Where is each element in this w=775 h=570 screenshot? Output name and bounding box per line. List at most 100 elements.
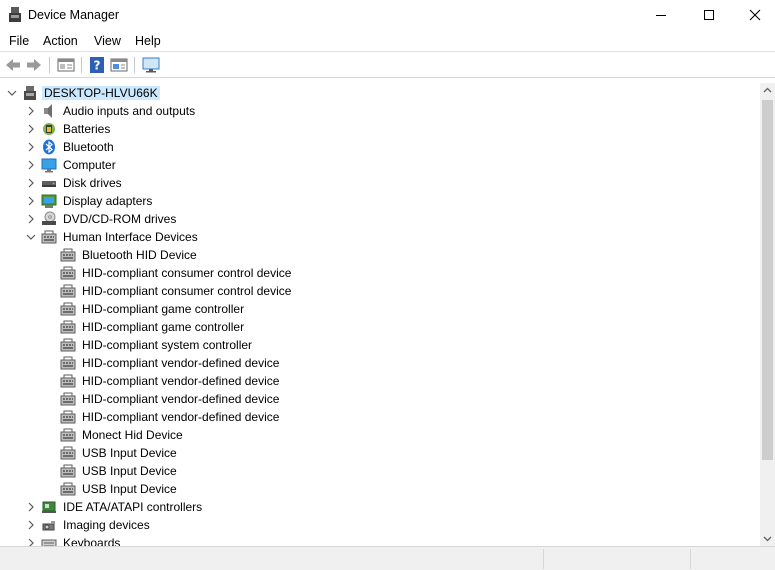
device-manager-icon [9, 7, 21, 22]
hid-device-icon [60, 248, 76, 262]
close-button[interactable] [732, 0, 775, 30]
hid-device-icon [60, 356, 76, 370]
device-row[interactable]: Monect Hid Device [0, 426, 760, 444]
minimize-button[interactable] [638, 0, 684, 30]
device-row[interactable]: HID-compliant game controller [0, 318, 760, 336]
maximize-icon [704, 10, 714, 20]
device-label: HID-compliant vendor-defined device [82, 410, 280, 424]
category-row[interactable]: Imaging devices [0, 516, 760, 534]
hid-device-icon [60, 392, 76, 406]
close-icon [749, 9, 761, 21]
chevron-right-icon[interactable] [26, 124, 36, 134]
category-label: Keyboards [63, 536, 121, 546]
category-label: Computer [63, 158, 116, 172]
device-row[interactable]: HID-compliant vendor-defined device [0, 372, 760, 390]
device-row[interactable]: HID-compliant vendor-defined device [0, 354, 760, 372]
device-row[interactable]: USB Input Device [0, 462, 760, 480]
show-hide-icon[interactable] [109, 56, 129, 74]
category-label: Audio inputs and outputs [63, 104, 196, 118]
device-row[interactable]: USB Input Device [0, 444, 760, 462]
menu-view[interactable]: View [94, 34, 121, 48]
hid-device-icon [60, 266, 76, 280]
device-row[interactable]: HID-compliant system controller [0, 336, 760, 354]
category-row[interactable]: Disk drives [0, 174, 760, 192]
chevron-down-icon[interactable] [26, 232, 36, 242]
scroll-thumb[interactable] [762, 100, 773, 460]
device-label: USB Input Device [82, 446, 177, 460]
category-row[interactable]: Audio inputs and outputs [0, 102, 760, 120]
scroll-up-button[interactable] [760, 83, 775, 98]
desktop-computer-icon [24, 86, 36, 100]
chevron-right-icon[interactable] [26, 196, 36, 206]
chevron-right-icon[interactable] [26, 106, 36, 116]
device-label: USB Input Device [82, 464, 177, 478]
computer-icon [41, 158, 57, 173]
scroll-down-button[interactable] [760, 531, 775, 546]
category-label: Display adapters [63, 194, 153, 208]
monitor-icon[interactable] [141, 56, 161, 74]
toolbar-separator [49, 57, 50, 73]
category-row[interactable]: Batteries [0, 120, 760, 138]
status-pane [690, 549, 691, 569]
hid-device-icon [60, 410, 76, 424]
device-row[interactable]: USB Input Device [0, 480, 760, 498]
hid-icon [41, 230, 57, 244]
chevron-down-icon[interactable] [7, 88, 17, 98]
maximize-button[interactable] [686, 0, 732, 30]
hid-device-icon [60, 320, 76, 334]
device-label: HID-compliant consumer control device [82, 284, 292, 298]
category-row[interactable]: IDE ATA/ATAPI controllers [0, 498, 760, 516]
device-row[interactable]: HID-compliant vendor-defined device [0, 408, 760, 426]
device-label: HID-compliant game controller [82, 320, 245, 334]
hid-device-icon [60, 374, 76, 388]
category-label: DVD/CD-ROM drives [63, 212, 177, 226]
tree-root[interactable]: DESKTOP-HLVU66K [0, 84, 760, 102]
device-row[interactable]: HID-compliant consumer control device [0, 264, 760, 282]
category-label: Bluetooth [63, 140, 114, 154]
device-label: Monect Hid Device [82, 428, 183, 442]
forward-icon[interactable] [24, 56, 44, 74]
category-label: Disk drives [63, 176, 122, 190]
menu-bar: File Action View Help [0, 30, 775, 52]
disk-drive-icon [42, 181, 56, 187]
category-row[interactable]: Human Interface Devices [0, 228, 760, 246]
back-icon[interactable] [3, 56, 23, 74]
chevron-down-icon [763, 536, 772, 542]
hid-device-icon [60, 338, 76, 352]
title-bar: Device Manager [0, 0, 775, 30]
menu-file[interactable]: File [9, 34, 29, 48]
category-label: Human Interface Devices [63, 230, 198, 244]
category-row[interactable]: Bluetooth [0, 138, 760, 156]
device-label: HID-compliant game controller [82, 302, 245, 316]
category-row[interactable]: DVD/CD-ROM drives [0, 210, 760, 228]
category-row[interactable]: Display adapters [0, 192, 760, 210]
chevron-right-icon[interactable] [26, 214, 36, 224]
category-row[interactable]: Computer [0, 156, 760, 174]
chevron-right-icon[interactable] [26, 178, 36, 188]
speaker-icon [44, 104, 52, 118]
menu-action[interactable]: Action [43, 34, 78, 48]
device-row[interactable]: HID-compliant vendor-defined device [0, 390, 760, 408]
display-adapter-icon [41, 194, 57, 208]
device-row[interactable]: Bluetooth HID Device [0, 246, 760, 264]
device-label: HID-compliant vendor-defined device [82, 374, 280, 388]
vertical-scrollbar[interactable] [760, 83, 775, 546]
chevron-right-icon[interactable] [26, 142, 36, 152]
toolbar-separator [134, 57, 135, 73]
chevron-right-icon[interactable] [26, 520, 36, 530]
camera-icon [42, 521, 55, 531]
device-label: Bluetooth HID Device [82, 248, 197, 262]
device-row[interactable]: HID-compliant consumer control device [0, 282, 760, 300]
chevron-right-icon[interactable] [26, 538, 36, 546]
chevron-right-icon[interactable] [26, 502, 36, 512]
keyboard-icon [41, 539, 57, 546]
menu-help[interactable]: Help [135, 34, 161, 48]
device-label: HID-compliant vendor-defined device [82, 356, 280, 370]
device-row[interactable]: HID-compliant game controller [0, 300, 760, 318]
toolbar-separator [81, 57, 82, 73]
category-row[interactable]: Keyboards [0, 534, 760, 546]
help-icon[interactable]: ? [87, 56, 107, 74]
properties-pane-icon[interactable] [56, 56, 76, 74]
chevron-up-icon [763, 87, 772, 93]
chevron-right-icon[interactable] [26, 160, 36, 170]
